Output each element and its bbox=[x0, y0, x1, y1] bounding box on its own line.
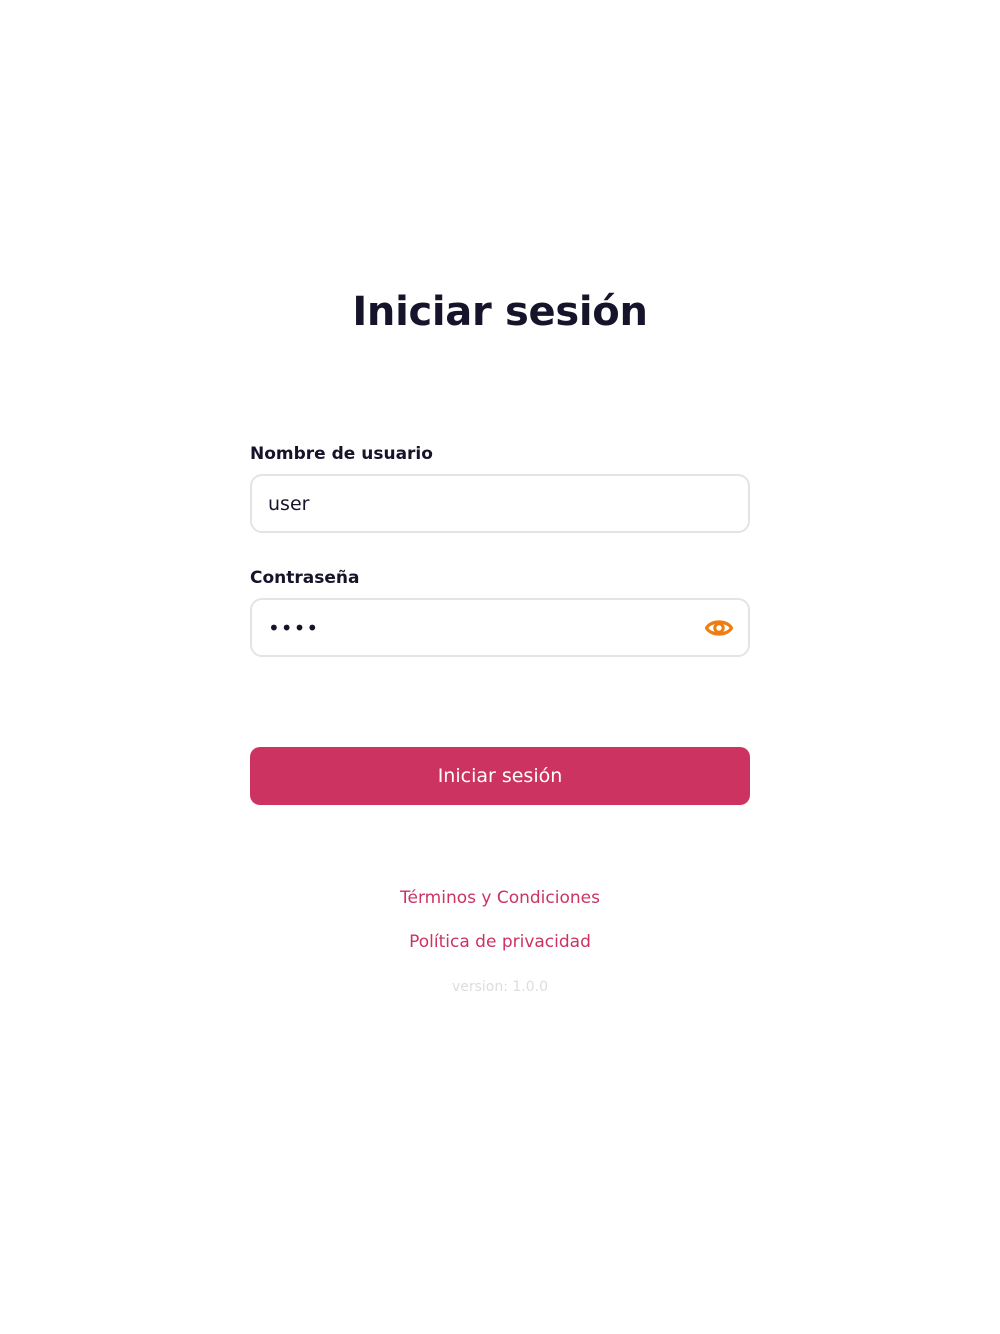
terms-link[interactable]: Términos y Condiciones bbox=[0, 886, 1000, 910]
password-label: Contraseña bbox=[250, 568, 360, 588]
privacy-link[interactable]: Política de privacidad bbox=[0, 930, 1000, 954]
eye-icon bbox=[704, 614, 734, 642]
username-field-container bbox=[250, 474, 750, 533]
username-label: Nombre de usuario bbox=[250, 444, 433, 464]
password-input[interactable] bbox=[268, 600, 688, 655]
show-password-toggle[interactable] bbox=[704, 614, 734, 642]
page-title: Iniciar sesión bbox=[352, 289, 648, 335]
login-page: Iniciar sesión Nombre de usuario Contras… bbox=[0, 0, 1000, 1334]
username-input[interactable] bbox=[268, 476, 728, 531]
password-field-container bbox=[250, 598, 750, 657]
version-label: version: 1.0.0 bbox=[451, 979, 549, 995]
login-button[interactable]: Iniciar sesión bbox=[250, 747, 750, 805]
